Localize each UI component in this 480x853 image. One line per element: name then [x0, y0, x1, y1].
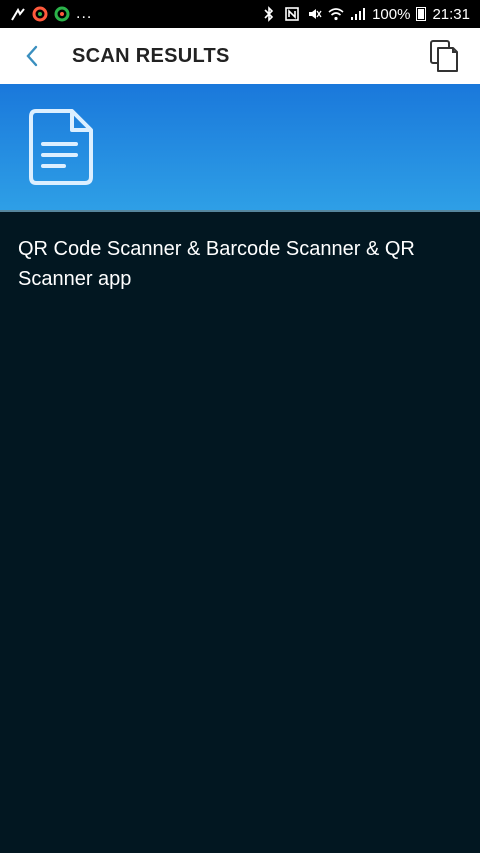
bluetooth-icon: [262, 6, 278, 22]
back-arrow-icon: [26, 45, 38, 67]
copy-button[interactable]: [424, 36, 464, 76]
scan-result-content: QR Code Scanner & Barcode Scanner & QR S…: [0, 212, 480, 316]
status-right: 100% 21:31: [262, 6, 470, 23]
app-notification-icon: [32, 6, 48, 22]
status-left: ...: [10, 5, 92, 23]
app-bar-left: SCAN RESULTS: [16, 40, 230, 72]
copy-icon: [430, 40, 458, 72]
page-title: SCAN RESULTS: [72, 44, 230, 67]
app-notification-icon: [54, 6, 70, 22]
app-bar: SCAN RESULTS: [0, 28, 480, 84]
signal-icon: [350, 6, 366, 22]
back-button[interactable]: [16, 40, 48, 72]
wifi-icon: [328, 6, 344, 22]
mute-icon: [306, 6, 322, 22]
clock: 21:31: [432, 5, 470, 23]
notification-antenna-icon: [10, 6, 26, 22]
battery-icon: [416, 7, 427, 21]
scan-result-text: QR Code Scanner & Barcode Scanner & QR S…: [18, 238, 415, 290]
nfc-icon: [284, 6, 300, 22]
banner-divider: [0, 210, 480, 212]
more-notifications-indicator: ...: [76, 5, 93, 22]
status-bar: ... 100% 21:31: [0, 0, 480, 28]
document-icon: [29, 109, 93, 185]
result-type-banner: [0, 84, 480, 210]
battery-percent: 100%: [372, 5, 411, 23]
